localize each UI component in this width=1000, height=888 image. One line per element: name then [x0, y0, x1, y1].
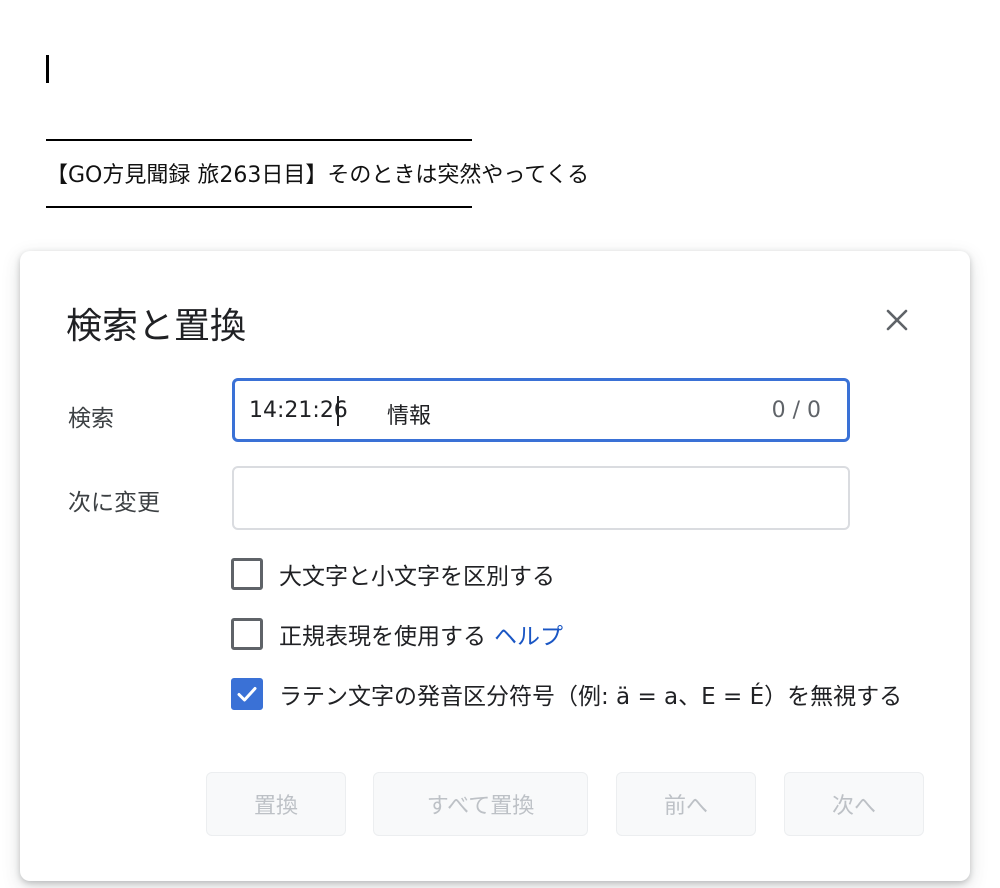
replace-input[interactable] — [232, 466, 850, 530]
help-link[interactable]: ヘルプ — [494, 617, 563, 651]
regex-checkbox[interactable] — [231, 618, 263, 650]
search-input[interactable]: 14:21:26 情報 0 / 0 — [232, 378, 850, 442]
close-button[interactable] — [880, 303, 914, 337]
match-case-checkbox[interactable] — [231, 558, 263, 590]
checkmark-icon — [237, 687, 257, 702]
next-button[interactable]: 次へ — [784, 772, 924, 836]
search-input-value-extra: 情報 — [387, 404, 432, 429]
document-cursor — [46, 55, 49, 83]
regex-option[interactable]: 正規表現を使用する ヘルプ — [231, 617, 563, 651]
divider-line — [46, 206, 472, 208]
replace-label: 次に変更 — [68, 490, 160, 516]
regex-label: 正規表現を使用する — [279, 624, 486, 650]
divider-line — [46, 139, 472, 141]
find-replace-dialog: 検索と置換 検索 14:21:26 情報 0 / 0 次に変更 大文字と小文字を… — [20, 251, 970, 881]
search-label: 検索 — [68, 406, 114, 432]
text-cursor — [337, 396, 339, 426]
ignore-diacritics-option[interactable]: ラテン文字の発音区分符号（例: ä = a、E = É）を無視する — [231, 677, 902, 711]
previous-button[interactable]: 前へ — [616, 772, 756, 836]
ignore-diacritics-label: ラテン文字の発音区分符号（例: ä = a、E = É）を無視する — [279, 684, 903, 710]
search-input-value: 14:21:26 — [249, 398, 348, 423]
replace-all-button[interactable]: すべて置換 — [373, 772, 588, 836]
close-icon — [886, 309, 908, 331]
match-case-option[interactable]: 大文字と小文字を区別する — [231, 557, 555, 591]
match-count: 0 / 0 — [771, 398, 821, 423]
dialog-title: 検索と置換 — [66, 306, 247, 347]
replace-button[interactable]: 置換 — [206, 772, 346, 836]
document-heading[interactable]: 【GO方見聞録 旅263日目】そのときは突然やってくる — [46, 157, 589, 189]
ignore-diacritics-checkbox[interactable] — [231, 678, 263, 710]
match-case-label: 大文字と小文字を区別する — [279, 564, 555, 590]
